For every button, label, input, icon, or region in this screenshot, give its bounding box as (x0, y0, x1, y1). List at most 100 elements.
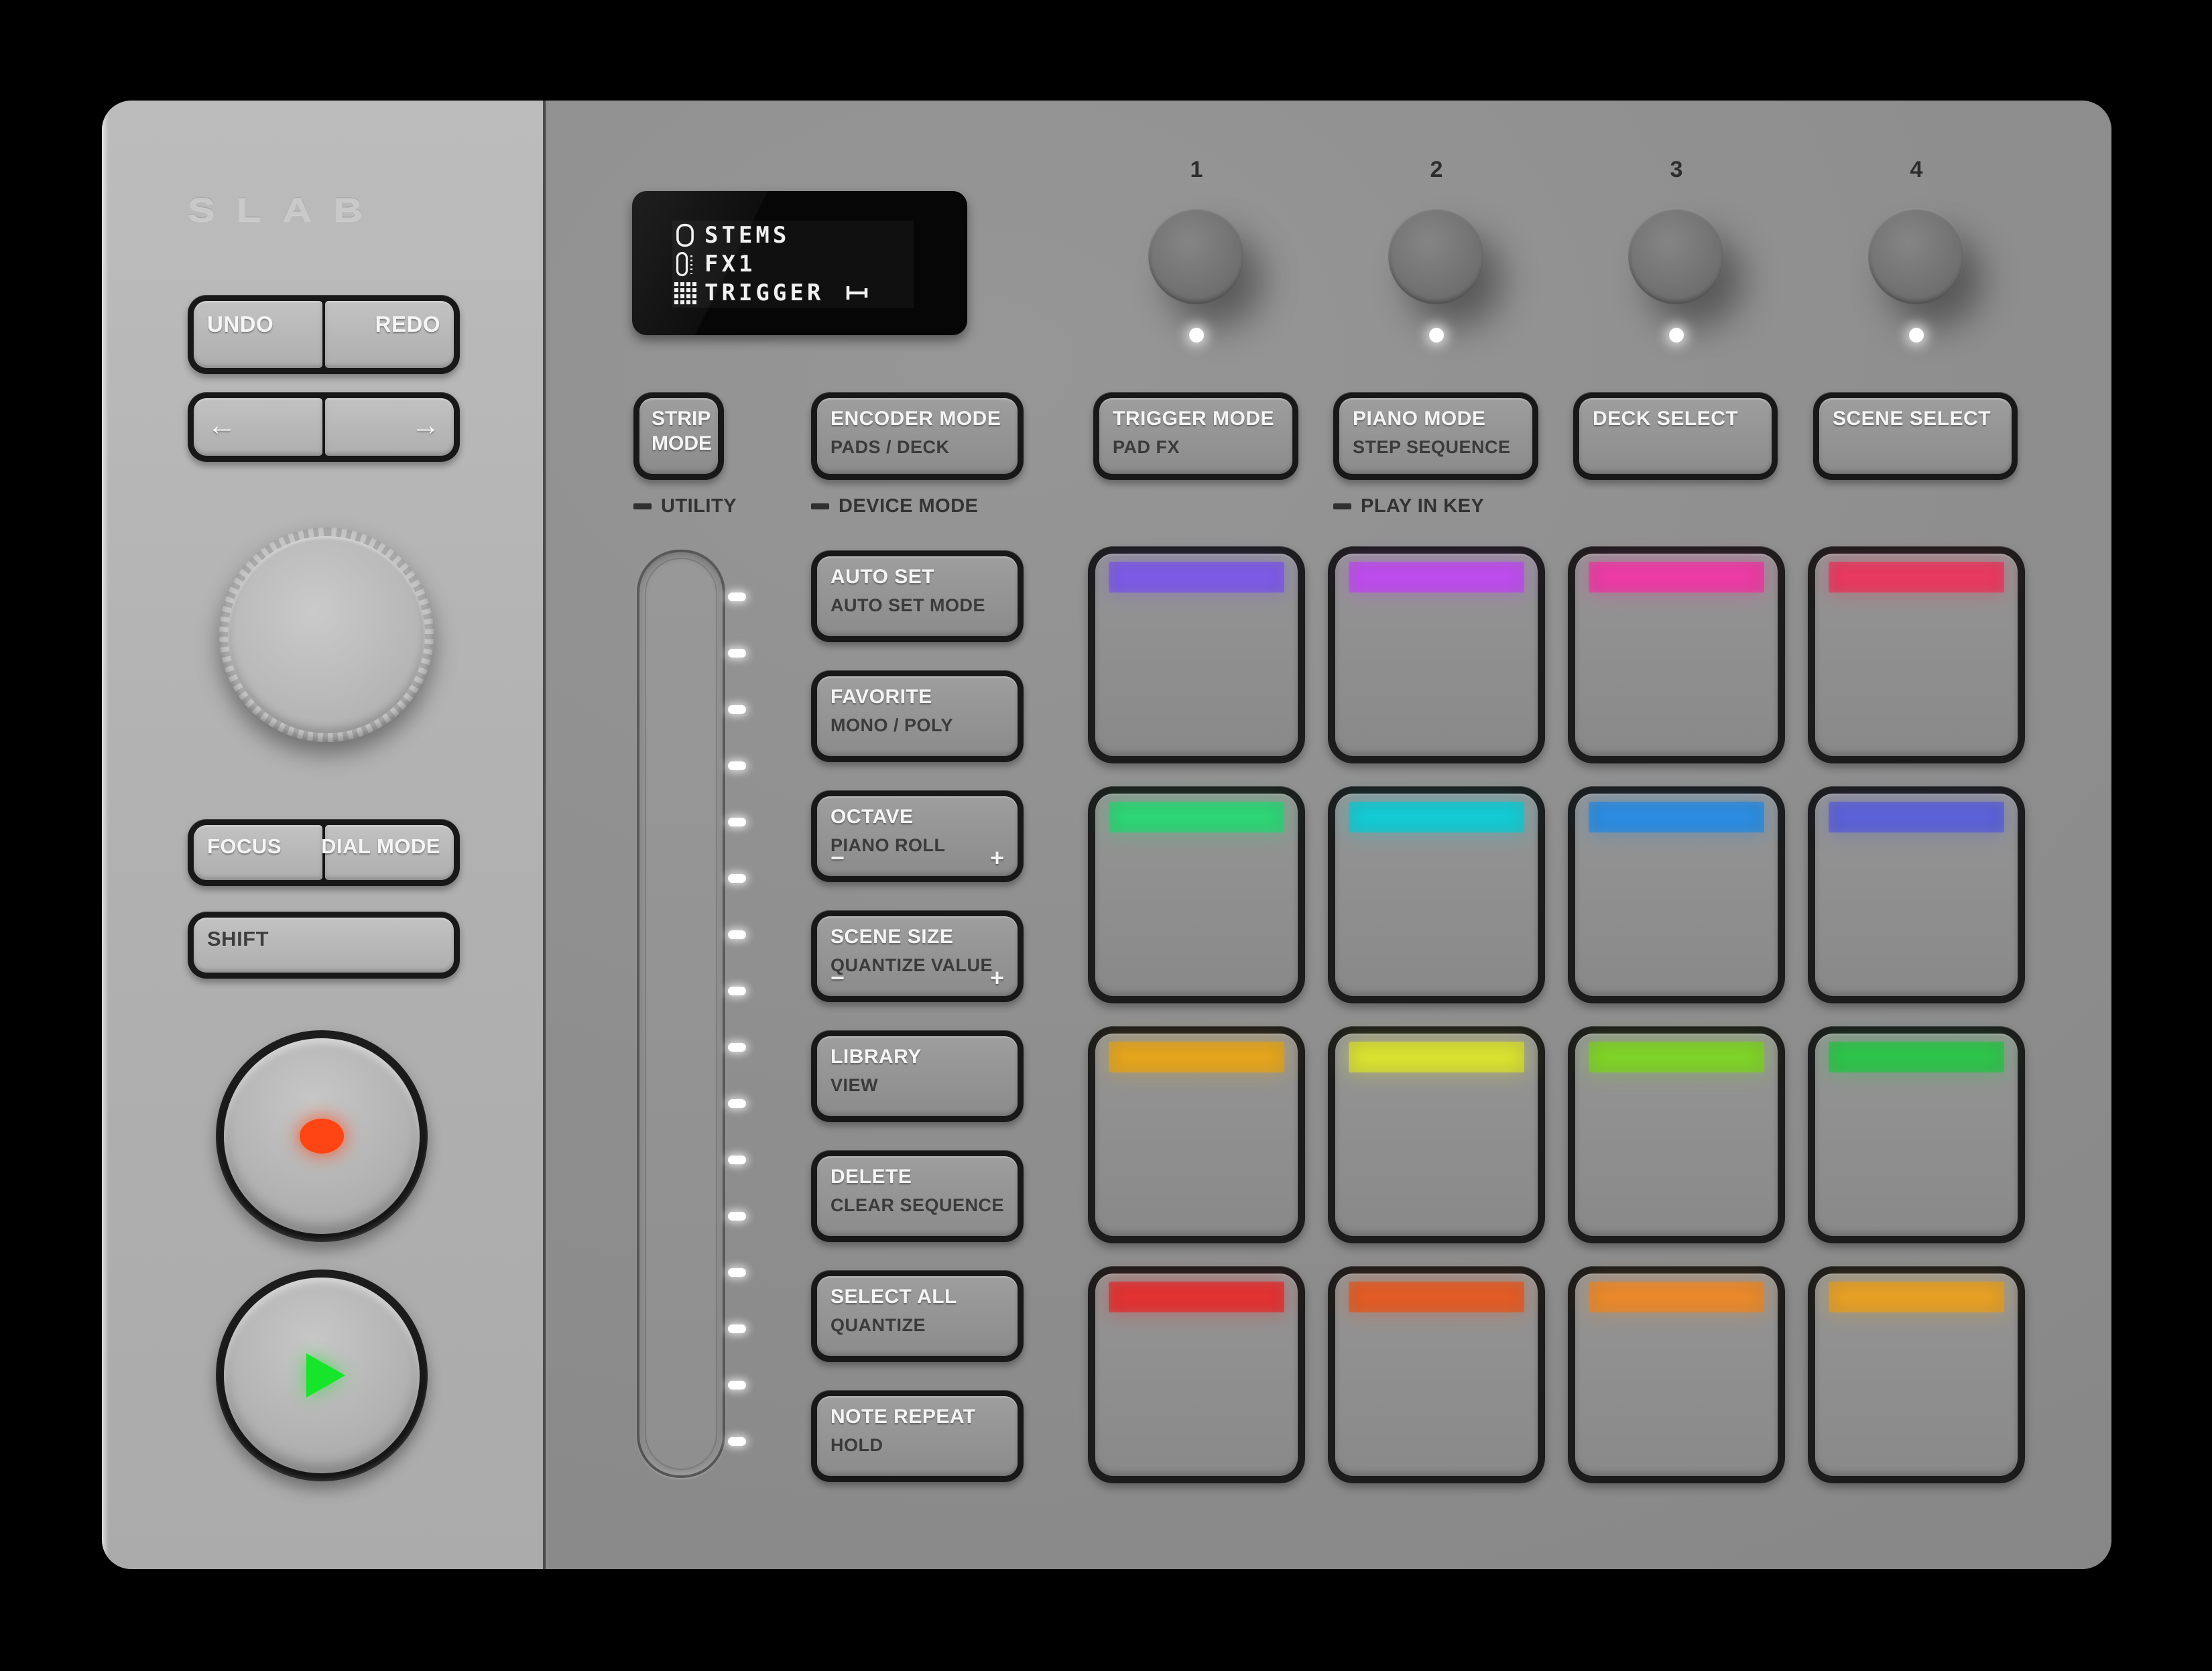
increment-label[interactable]: + (990, 964, 1004, 992)
pad-face (1335, 1274, 1538, 1476)
strip-led (728, 593, 746, 601)
lcd-display: STEMS FX1 (632, 191, 967, 335)
strip-led (728, 1381, 746, 1389)
pad-face (1815, 1034, 2018, 1236)
record-icon (300, 1119, 344, 1154)
left-panel: SLAB UNDO REDO ← → (102, 101, 546, 1569)
auto-set-sublabel: AUTO SET MODE (831, 595, 985, 616)
undo-label: UNDO (207, 312, 273, 337)
pad-r3c3[interactable] (1568, 1026, 1785, 1243)
note-repeat-label: NOTE REPEAT (831, 1406, 976, 1428)
pad-color-strip (1109, 562, 1284, 593)
pad-r4c2[interactable] (1328, 1266, 1545, 1483)
undo-button[interactable]: UNDO (194, 301, 322, 368)
increment-label[interactable]: + (990, 844, 1004, 872)
encoder-mode-button[interactable]: ENCODER MODEPADS / DECK (811, 392, 1024, 480)
pad-color-strip (1829, 802, 2004, 832)
strip-led (728, 761, 746, 770)
encoder-knob-1[interactable] (1148, 208, 1245, 304)
strip-led (728, 1437, 746, 1446)
encoder-knob-2[interactable] (1388, 208, 1485, 304)
touch-strip[interactable] (637, 550, 725, 1478)
shift-button[interactable]: SHIFT (188, 912, 460, 979)
pad-r1c4[interactable] (1808, 546, 2025, 763)
shift-label: SHIFT (207, 927, 269, 951)
play-button[interactable] (216, 1270, 428, 1481)
pad-r4c3[interactable] (1568, 1266, 1785, 1483)
pad-color-strip (1589, 1042, 1764, 1072)
pad-color-strip (1109, 1282, 1284, 1312)
delete-label: DELETE (831, 1166, 912, 1188)
footnote-label: DEVICE MODE (839, 495, 979, 517)
encoder-number: 4 (1868, 157, 1965, 183)
scene-size-label: SCENE SIZE (831, 926, 953, 948)
arrow-left-button[interactable]: ← (194, 398, 322, 456)
dial-mode-button[interactable]: DIAL MODE (325, 825, 454, 880)
pad-r3c2[interactable] (1328, 1026, 1545, 1243)
focus-button[interactable]: FOCUS (194, 825, 322, 880)
trigger-mode-button-face: TRIGGER MODE PAD FX (1099, 398, 1292, 474)
trigger-mode-label: TRIGGER MODE (1113, 408, 1274, 430)
pad-r2c3[interactable] (1568, 786, 1785, 1003)
select-all-button[interactable]: SELECT ALLQUANTIZE (811, 1270, 1024, 1362)
octave-label: OCTAVE (831, 806, 914, 828)
footnote-dash (811, 503, 829, 509)
encoder-mode-button-face: ENCODER MODEPADS / DECK (817, 398, 1018, 474)
encoder-knob-3[interactable] (1628, 208, 1725, 304)
select-all-button-face: SELECT ALLQUANTIZE (817, 1276, 1018, 1356)
pad-color-strip (1349, 1042, 1524, 1072)
play-icon (306, 1353, 345, 1398)
record-button[interactable] (216, 1030, 428, 1242)
decrement-label[interactable]: − (831, 844, 845, 872)
pad-r2c2[interactable] (1328, 786, 1545, 1003)
deck-select-label: DECK SELECT (1593, 408, 1738, 430)
arrow-right-button[interactable]: → (325, 398, 454, 456)
scene-size-button[interactable]: SCENE SIZE QUANTIZE VALUE− + (811, 910, 1024, 1002)
delete-sublabel: CLEAR SEQUENCE (831, 1195, 1004, 1216)
strip-led (728, 1043, 746, 1052)
library-button[interactable]: LIBRARYVIEW (811, 1030, 1024, 1122)
pad-face (1095, 1274, 1298, 1476)
auto-set-button[interactable]: AUTO SETAUTO SET MODE (811, 550, 1024, 642)
piano-mode-label: PIANO MODE (1353, 408, 1485, 430)
strip-mode-button[interactable]: STRIPMODE (633, 392, 724, 480)
pad-r4c1[interactable] (1088, 1266, 1305, 1483)
trigger-mode-button[interactable]: TRIGGER MODE PAD FX (1093, 392, 1298, 480)
decrement-label[interactable]: − (831, 964, 845, 992)
pad-r1c2[interactable] (1328, 546, 1545, 763)
pad-face (1815, 1274, 2018, 1476)
pad-r2c4[interactable] (1808, 786, 2025, 1003)
redo-button[interactable]: REDO (325, 301, 454, 368)
arrow-left-icon: ← (207, 409, 237, 442)
pad-r1c1[interactable] (1088, 546, 1305, 763)
pad-r2c1[interactable] (1088, 786, 1305, 1003)
pad-face (1815, 794, 2018, 996)
display-gloss (632, 191, 967, 335)
piano-mode-button[interactable]: PIANO MODE STEP SEQUENCE (1333, 392, 1538, 480)
encoder-knob-4[interactable] (1868, 208, 1965, 304)
delete-button[interactable]: DELETE CLEAR SEQUENCE (811, 1150, 1024, 1242)
scene-select-button[interactable]: SCENE SELECT (1813, 392, 2018, 480)
redo-label: REDO (375, 312, 440, 337)
note-repeat-button[interactable]: NOTE REPEATHOLD (811, 1390, 1024, 1482)
footnote-label: PLAY IN KEY (1361, 495, 1484, 517)
main-dial[interactable] (219, 528, 434, 742)
brand-logo: SLAB (188, 190, 384, 229)
auto-set-button-face: AUTO SETAUTO SET MODE (817, 556, 1018, 636)
encoder-number: 3 (1628, 157, 1725, 183)
pad-r3c4[interactable] (1808, 1026, 2025, 1243)
piano-mode-sublabel: STEP SEQUENCE (1353, 437, 1511, 458)
strip-led (728, 1212, 746, 1221)
pad-face (1575, 794, 1778, 996)
octave-button[interactable]: OCTAVEPIANO ROLL−+ (811, 790, 1024, 882)
library-button-face: LIBRARYVIEW (817, 1036, 1018, 1116)
main-dial-cap (228, 536, 425, 733)
favorite-button[interactable]: FAVORITEMONO / POLY (811, 670, 1024, 762)
pad-r3c1[interactable] (1088, 1026, 1305, 1243)
pad-color-strip (1829, 1282, 2004, 1312)
pad-r1c3[interactable] (1568, 546, 1785, 763)
deck-select-button[interactable]: DECK SELECT (1573, 392, 1778, 480)
trigger-mode-sublabel: PAD FX (1113, 437, 1180, 458)
scene-size-sublabel: QUANTIZE VALUE (831, 955, 993, 976)
pad-r4c4[interactable] (1808, 1266, 2025, 1483)
